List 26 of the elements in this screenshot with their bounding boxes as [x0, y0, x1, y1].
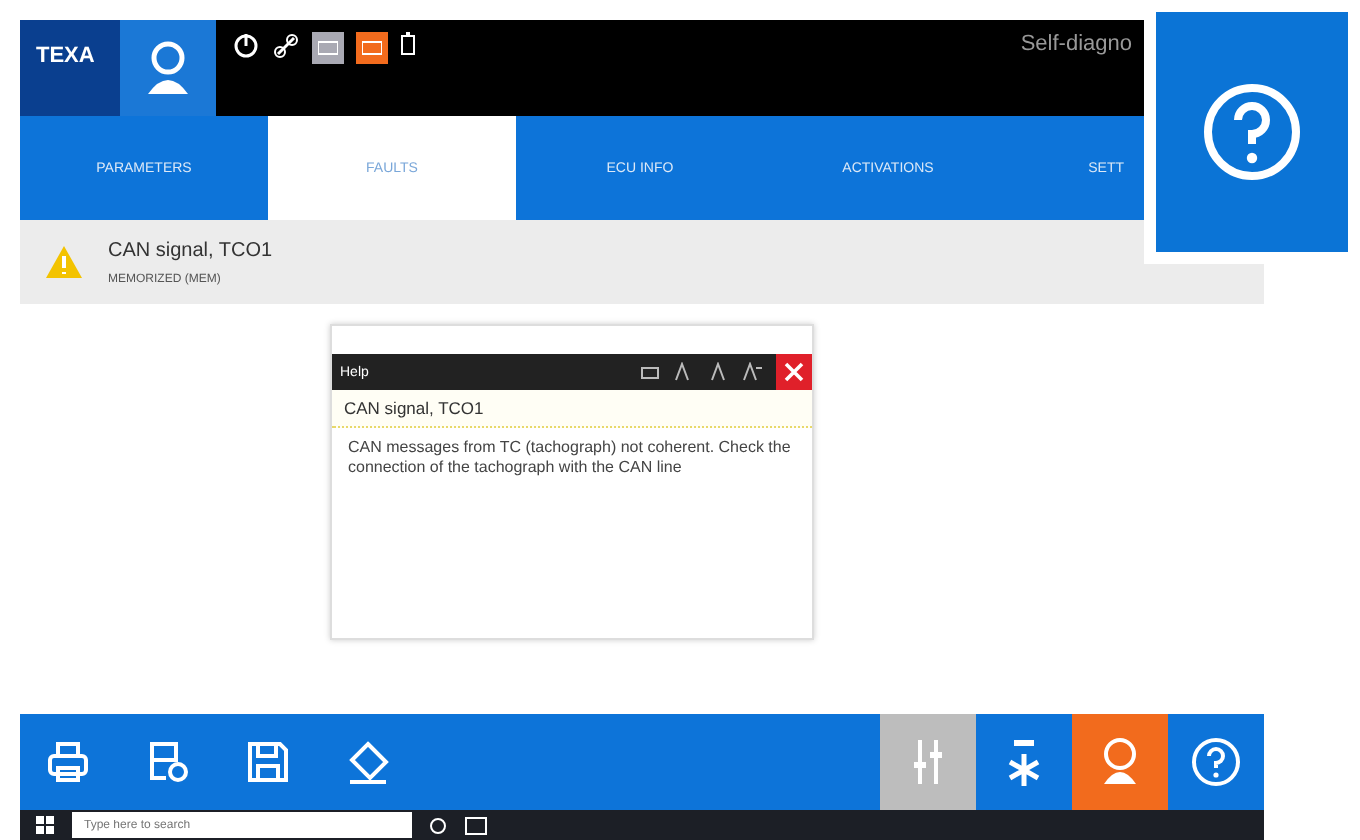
battery-icon: [400, 32, 416, 56]
help-icon: [1190, 736, 1242, 788]
person-search-icon: [142, 38, 194, 98]
person-search-icon: [1098, 736, 1142, 788]
help-heading: CAN signal, TCO1: [332, 390, 812, 428]
logo: TEXA: [20, 20, 120, 116]
slider-icon: [914, 736, 942, 788]
asterisk-icon: [1006, 738, 1042, 786]
save-icon[interactable]: [244, 738, 292, 786]
report-icon[interactable]: [144, 738, 192, 786]
ecu-button[interactable]: [356, 32, 388, 64]
help-icon: [1200, 80, 1304, 184]
screen-title: Self-diagno: [1020, 30, 1134, 60]
diagnosis-button[interactable]: [120, 20, 216, 116]
link-icon[interactable]: [272, 32, 300, 60]
task-view-icon[interactable]: [464, 815, 488, 835]
help-text: CAN messages from TC (tachograph) not coherent. Check the connection of the tachograph with the CAN line: [346, 436, 793, 481]
close-icon: [784, 362, 804, 382]
fault-name: CAN signal, TCO1: [108, 239, 273, 261]
warning-icon: [44, 244, 84, 280]
start-icon[interactable]: [36, 815, 56, 835]
close-button[interactable]: [776, 354, 812, 390]
search-icon[interactable]: [428, 815, 448, 835]
power-icon[interactable]: [232, 32, 260, 60]
eraser-icon[interactable]: [344, 738, 392, 786]
technician-button[interactable]: [1072, 714, 1168, 810]
